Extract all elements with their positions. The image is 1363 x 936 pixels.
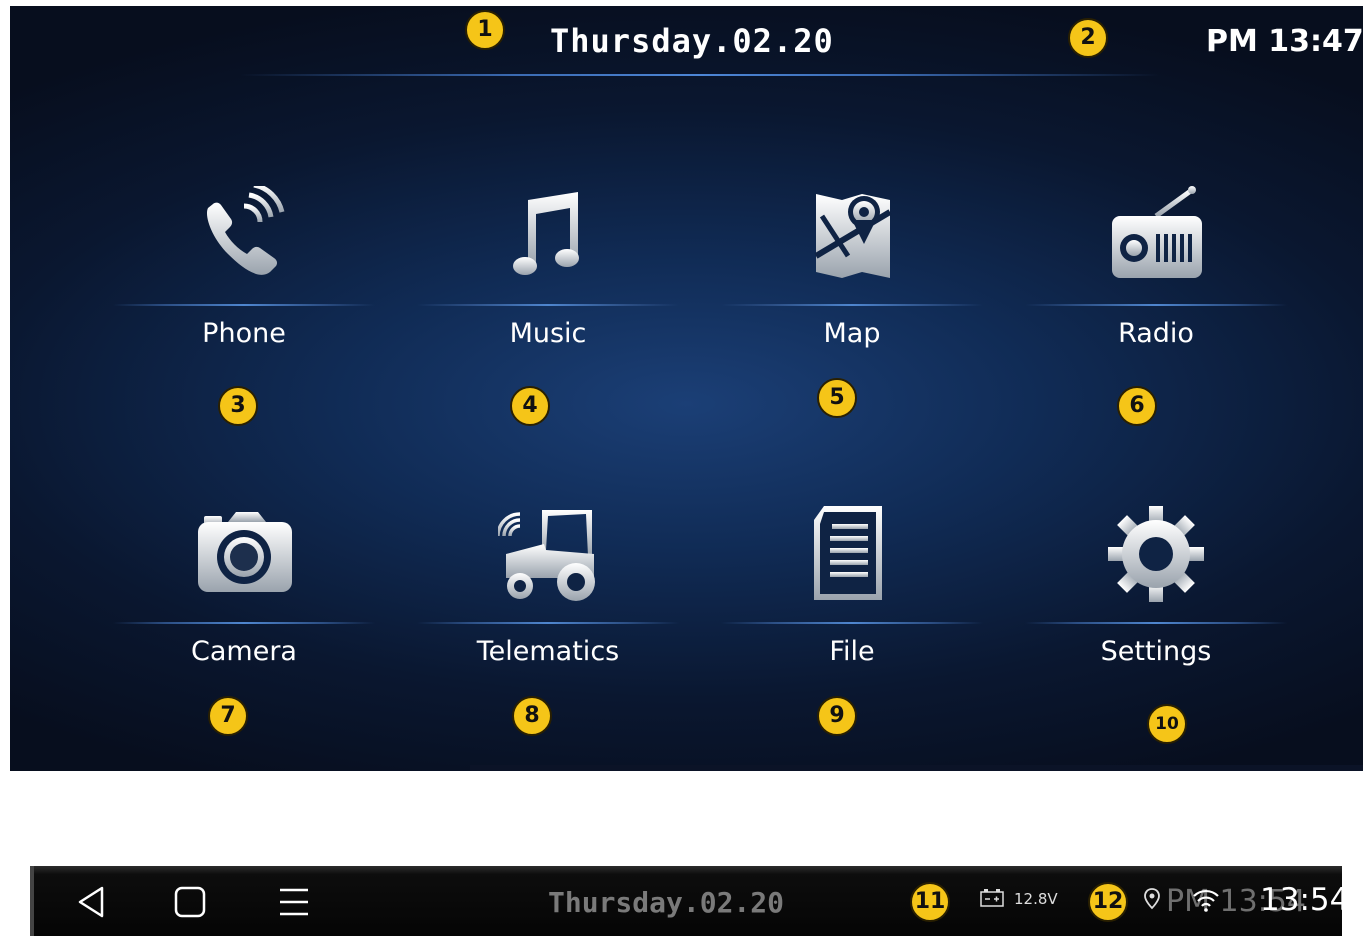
home-square-icon xyxy=(174,886,206,918)
callout-1: 1 xyxy=(465,10,505,50)
tractor-icon xyxy=(496,504,598,604)
app-label: Settings xyxy=(1100,636,1212,667)
tile-divider xyxy=(721,304,983,306)
app-map[interactable]: Map xyxy=(721,186,983,366)
home-button[interactable] xyxy=(170,882,210,922)
header-date: Thursday.02.20 xyxy=(550,22,834,60)
wifi-icon xyxy=(1192,888,1220,912)
header-time: PM 13:47 xyxy=(1206,24,1363,59)
phone-icon xyxy=(194,182,294,286)
back-triangle-icon xyxy=(78,886,104,918)
app-label: Music xyxy=(509,318,587,349)
app-telematics[interactable]: Telematics xyxy=(417,504,679,684)
app-label: Telematics xyxy=(476,636,620,667)
menu-button[interactable] xyxy=(274,882,314,922)
music-note-icon xyxy=(498,186,598,286)
nav-date: Thursday.02.20 xyxy=(548,886,785,919)
header-divider xyxy=(240,74,1160,76)
callout-9: 9 xyxy=(817,696,857,736)
tile-divider xyxy=(721,622,983,624)
location-icon xyxy=(1144,888,1160,910)
app-radio[interactable]: Radio xyxy=(1025,186,1287,366)
nav-bar-edge xyxy=(30,866,34,936)
app-label: Map xyxy=(823,318,881,349)
radio-icon xyxy=(1106,186,1206,286)
app-file[interactable]: File xyxy=(721,504,983,684)
app-camera[interactable]: Camera xyxy=(113,504,375,684)
screen-edge xyxy=(470,765,1363,771)
callout-10: 10 xyxy=(1147,704,1187,744)
map-icon xyxy=(802,186,902,286)
app-phone[interactable]: Phone xyxy=(113,182,375,366)
callout-11: 11 xyxy=(910,882,950,922)
battery-icon xyxy=(980,888,1004,908)
battery-voltage: 12.8V xyxy=(1014,890,1058,908)
home-screen: Thursday.02.20 PM 13:47 Phone Music Map … xyxy=(10,6,1363,771)
menu-icon xyxy=(280,888,308,916)
back-button[interactable] xyxy=(72,882,112,922)
callout-2: 2 xyxy=(1068,18,1108,58)
callout-4: 4 xyxy=(510,386,550,426)
tile-divider xyxy=(417,304,679,306)
tile-divider xyxy=(417,622,679,624)
gear-icon xyxy=(1106,504,1206,604)
app-label: Radio xyxy=(1118,318,1194,349)
file-icon xyxy=(802,504,902,604)
callout-5: 5 xyxy=(817,378,857,418)
callout-8: 8 xyxy=(512,696,552,736)
callout-7: 7 xyxy=(208,696,248,736)
app-label: File xyxy=(829,636,875,667)
callout-12: 12 xyxy=(1088,882,1128,922)
app-music[interactable]: Music xyxy=(417,186,679,366)
camera-icon xyxy=(194,504,294,604)
tile-divider xyxy=(1025,304,1287,306)
system-nav-bar: Thursday.02.20 12.8V PM 13:54 13:54 xyxy=(30,866,1349,936)
tile-divider xyxy=(113,304,375,306)
tile-divider xyxy=(1025,622,1287,624)
app-label: Phone xyxy=(202,318,286,349)
app-label: Camera xyxy=(191,636,297,667)
tile-divider xyxy=(113,622,375,624)
app-settings[interactable]: Settings xyxy=(1025,504,1287,684)
nav-time: 13:54 xyxy=(1260,882,1350,918)
callout-6: 6 xyxy=(1117,386,1157,426)
callout-3: 3 xyxy=(218,386,258,426)
